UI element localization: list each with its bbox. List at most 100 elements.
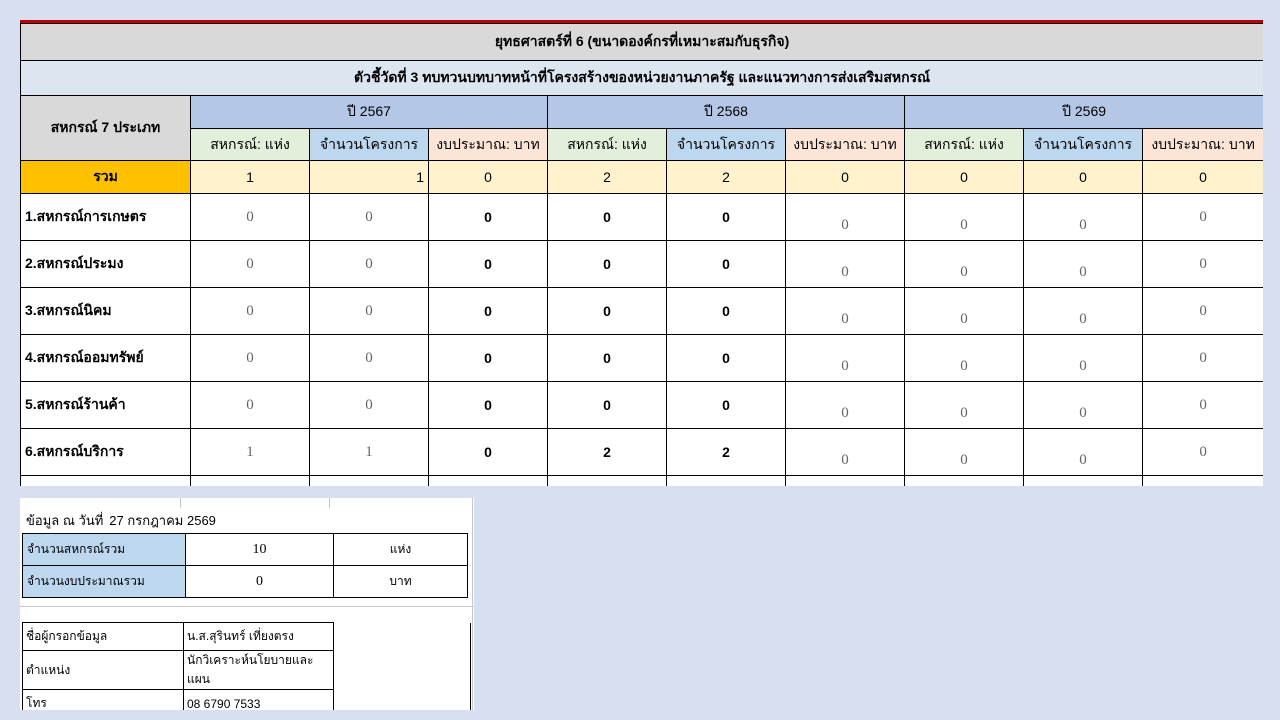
table-cell: 0 — [547, 381, 667, 429]
row-label: 3.สหกรณ์นิคม — [20, 287, 191, 335]
table-cell: 0 — [1141, 240, 1263, 288]
total-cell: 2 — [547, 160, 667, 194]
data-rows: 1.สหกรณ์การเกษตร 0 0 0 0 0 0 0 0 0 2.สหกรณ์ประมง 0 0… — [20, 193, 1263, 486]
filler-value: น.ส.สุรินทร์ เที่ยงตรง — [183, 622, 334, 651]
year-header-2567: ปี 2567 — [190, 95, 548, 129]
total-cell: 0 — [1023, 160, 1143, 194]
table-cell: 0 — [190, 193, 310, 241]
table-cell: 0 — [904, 240, 1024, 288]
table-cell: 0 — [1141, 193, 1263, 241]
table-cell: 0 — [190, 381, 310, 429]
table-cell: 0 — [666, 287, 786, 335]
table-cell: 0 — [428, 240, 548, 288]
year-header-2569: ปี 2569 — [903, 95, 1263, 129]
table-cell: 1 — [190, 428, 310, 476]
total-row: รวม 1 1 0 2 2 0 0 0 0 — [20, 160, 1263, 194]
table-cell: 0 — [309, 193, 429, 241]
total-cell: 2 — [666, 160, 786, 194]
col-header-projects: จำนวนโครงการ — [309, 128, 429, 161]
table-cell: 0 — [666, 381, 786, 429]
total-coops-value: 10 — [185, 533, 334, 566]
table-cell: 0 — [190, 475, 310, 486]
table-row: 6.สหกรณ์บริการ 1 1 0 2 2 0 0 0 0 — [20, 428, 1263, 476]
col-header-budget: งบประมาณ: บาท — [785, 128, 905, 161]
col-header-projects: จำนวนโครงการ — [666, 128, 786, 161]
total-cell: 0 — [785, 160, 905, 194]
table-cell: 0 — [785, 381, 905, 429]
table-cell: 0 — [1023, 287, 1143, 335]
table-cell: 0 — [666, 193, 786, 241]
table-cell: 2 — [547, 428, 667, 476]
total-budget-label: จำนวนงบประมาณรวม — [22, 565, 186, 598]
table-cell: 0 — [1141, 428, 1263, 476]
table-cell: 0 — [547, 240, 667, 288]
table-cell: 0 — [1023, 428, 1143, 476]
table-cell: 0 — [1023, 193, 1143, 241]
table-cell: 0 — [785, 428, 905, 476]
table-cell: 0 — [547, 334, 667, 382]
position-value: นักวิเคราะห์นโยบายและแผน — [183, 650, 334, 690]
total-coops-label: จำนวนสหกรณ์รวม — [22, 533, 186, 566]
table-cell: 0 — [428, 193, 548, 241]
type-header: สหกรณ์ 7 ประเภท — [20, 95, 191, 161]
table-cell: 0 — [309, 334, 429, 382]
total-coops-unit: แห่ง — [333, 533, 468, 566]
table-row: 3.สหกรณ์นิคม 0 0 0 0 0 0 0 0 0 — [20, 287, 1263, 335]
row-label: 1.สหกรณ์การเกษตร — [20, 193, 191, 241]
table-cell: 0 — [428, 334, 548, 382]
table-cell: 0 — [309, 475, 429, 486]
table-row: 7.สหกรณ์เครดิตยูเนี่ยน000000000 — [20, 475, 1263, 486]
table-cell: 0 — [190, 240, 310, 288]
table-cell: 0 — [1141, 287, 1263, 335]
main-spreadsheet: ยุทธศาสตร์ที่ 6 (ขนาดองค์กรที่เหมาะสมกับ… — [20, 20, 1263, 486]
row-label: 5.สหกรณ์ร้านค้า — [20, 381, 191, 429]
table-cell: 0 — [785, 240, 905, 288]
total-budget-unit: บาท — [333, 565, 468, 598]
table-cell: 0 — [785, 287, 905, 335]
table-cell: 0 — [547, 287, 667, 335]
table-cell: 0 — [428, 475, 548, 486]
table-cell: 0 — [1023, 240, 1143, 288]
total-label: รวม — [20, 160, 191, 194]
table-cell: 0 — [547, 193, 667, 241]
total-cell: 0 — [904, 160, 1024, 194]
table-cell: 0 — [666, 475, 786, 486]
position-label: ตำแหน่ง — [22, 650, 184, 690]
col-header-coops: สหกรณ์: แห่ง — [190, 128, 310, 161]
col-header-budget: งบประมาณ: บาท — [428, 128, 548, 161]
table-cell: 0 — [666, 240, 786, 288]
table-cell: 0 — [666, 334, 786, 382]
table-cell: 0 — [904, 381, 1024, 429]
col-header-coops: สหกรณ์: แห่ง — [904, 128, 1024, 161]
table-cell: 0 — [309, 240, 429, 288]
table-row: 1.สหกรณ์การเกษตร 0 0 0 0 0 0 0 0 0 — [20, 193, 1263, 241]
total-cell: 0 — [428, 160, 548, 194]
table-cell: 0 — [904, 334, 1024, 382]
table-cell: 0 — [1023, 381, 1143, 429]
col-header-projects: จำนวนโครงการ — [1023, 128, 1143, 161]
col-header-coops: สหกรณ์: แห่ง — [547, 128, 667, 161]
table-cell: 0 — [428, 428, 548, 476]
table-cell: 0 — [785, 475, 905, 486]
table-cell: 0 — [904, 193, 1024, 241]
table-cell: 0 — [904, 428, 1024, 476]
table-cell: 0 — [904, 287, 1024, 335]
table-cell: 0 — [1023, 475, 1143, 486]
table-cell: 0 — [1141, 334, 1263, 382]
total-budget-value: 0 — [185, 565, 334, 598]
table-cell: 0 — [547, 475, 667, 486]
phone-value: 08 6790 7533 — [183, 689, 334, 710]
table-title: ยุทธศาสตร์ที่ 6 (ขนาดองค์กรที่เหมาะสมกับ… — [20, 23, 1263, 61]
table-row: 5.สหกรณ์ร้านค้า 0 0 0 0 0 0 0 0 0 — [20, 381, 1263, 429]
info-panel: ข้อมูล ณ วันที่ 27 กรกฎาคม 2569 จำนวนสหกร… — [20, 498, 474, 710]
table-cell: 0 — [190, 334, 310, 382]
table-cell: 0 — [428, 287, 548, 335]
filler-label: ชื่อผู้กรอกข้อมูล — [22, 622, 184, 651]
data-date: ข้อมูล ณ วันที่ 27 กรกฎาคม 2569 — [26, 510, 216, 531]
table-row: 2.สหกรณ์ประมง 0 0 0 0 0 0 0 0 0 — [20, 240, 1263, 288]
table-cell: 0 — [1023, 334, 1143, 382]
total-cell: 1 — [309, 160, 429, 194]
cooperative-table: ยุทธศาสตร์ที่ 6 (ขนาดองค์กรที่เหมาะสมกับ… — [20, 23, 1263, 486]
year-header-2568: ปี 2568 — [547, 95, 905, 129]
total-cell: 0 — [1141, 160, 1263, 194]
